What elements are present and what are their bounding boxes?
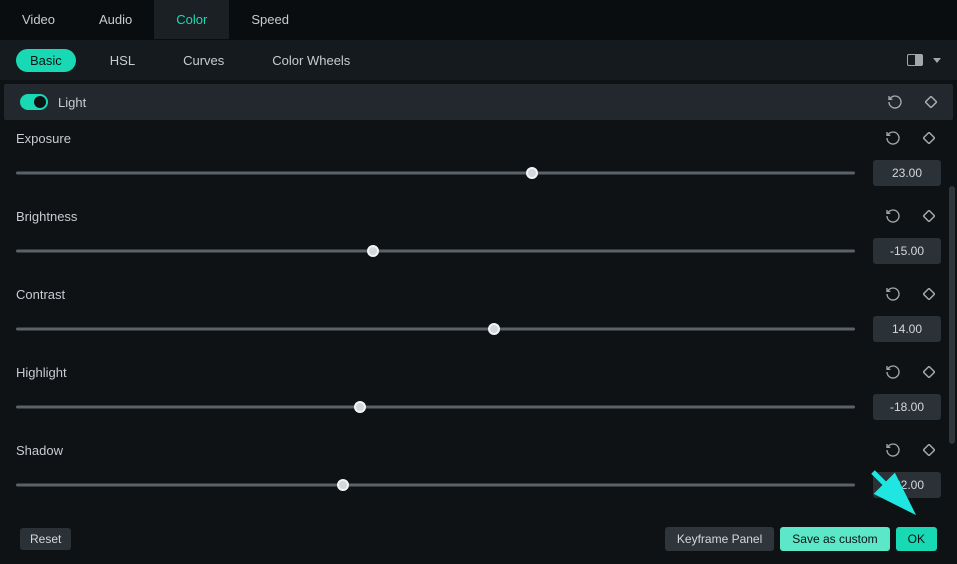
save-as-custom-button[interactable]: Save as custom xyxy=(780,527,889,551)
reset-contrast-icon[interactable] xyxy=(885,286,901,302)
param-label: Brightness xyxy=(16,209,77,224)
brightness-value[interactable]: -15.00 xyxy=(873,238,941,264)
param-label: Exposure xyxy=(16,131,71,146)
keyframe-highlight-icon[interactable] xyxy=(923,366,935,378)
highlight-value[interactable]: -18.00 xyxy=(873,394,941,420)
contrast-value[interactable]: 14.00 xyxy=(873,316,941,342)
reset-highlight-icon[interactable] xyxy=(885,364,901,380)
keyframe-exposure-icon[interactable] xyxy=(923,132,935,144)
shadow-value[interactable]: -22.00 xyxy=(873,472,941,498)
brightness-slider[interactable] xyxy=(16,243,855,259)
param-exposure: Exposure 23.00 xyxy=(16,126,941,186)
param-label: Highlight xyxy=(16,365,67,380)
subtab-hsl[interactable]: HSL xyxy=(96,49,149,72)
param-shadow: Shadow -22.00 xyxy=(16,438,941,498)
exposure-value[interactable]: 23.00 xyxy=(873,160,941,186)
param-label: Shadow xyxy=(16,443,63,458)
reset-shadow-icon[interactable] xyxy=(885,442,901,458)
contrast-slider[interactable] xyxy=(16,321,855,337)
tab-color[interactable]: Color xyxy=(154,0,229,39)
keyframe-section-icon[interactable] xyxy=(925,96,937,108)
subtab-basic[interactable]: Basic xyxy=(16,49,76,72)
layout-dropdown-icon[interactable] xyxy=(933,58,941,63)
light-toggle[interactable] xyxy=(20,94,48,110)
param-contrast: Contrast 14.00 xyxy=(16,282,941,342)
tab-speed[interactable]: Speed xyxy=(229,0,311,39)
keyframe-shadow-icon[interactable] xyxy=(923,444,935,456)
ok-button[interactable]: OK xyxy=(896,527,937,551)
tab-audio[interactable]: Audio xyxy=(77,0,154,39)
param-brightness: Brightness -15.00 xyxy=(16,204,941,264)
section-title: Light xyxy=(58,95,86,110)
section-header-light: Light xyxy=(4,84,953,120)
subtab-bar: Basic HSL Curves Color Wheels xyxy=(0,40,957,80)
exposure-slider[interactable] xyxy=(16,165,855,181)
keyframe-contrast-icon[interactable] xyxy=(923,288,935,300)
subtab-colorwheels[interactable]: Color Wheels xyxy=(258,49,364,72)
footer-bar: Reset Keyframe Panel Save as custom OK xyxy=(0,514,957,564)
params-panel: Exposure 23.00 Brightness -15.00 Contrast 14.… xyxy=(0,120,957,514)
main-tab-bar: Video Audio Color Speed xyxy=(0,0,957,40)
highlight-slider[interactable] xyxy=(16,399,855,415)
compare-layout-icon[interactable] xyxy=(907,54,923,66)
reset-section-icon[interactable] xyxy=(887,94,903,110)
reset-exposure-icon[interactable] xyxy=(885,130,901,146)
scrollbar[interactable] xyxy=(949,186,955,444)
shadow-slider[interactable] xyxy=(16,477,855,493)
keyframe-panel-button[interactable]: Keyframe Panel xyxy=(665,527,774,551)
subtab-curves[interactable]: Curves xyxy=(169,49,238,72)
reset-brightness-icon[interactable] xyxy=(885,208,901,224)
param-label: Contrast xyxy=(16,287,65,302)
keyframe-brightness-icon[interactable] xyxy=(923,210,935,222)
reset-button[interactable]: Reset xyxy=(20,528,71,550)
tab-video[interactable]: Video xyxy=(0,0,77,39)
param-highlight: Highlight -18.00 xyxy=(16,360,941,420)
